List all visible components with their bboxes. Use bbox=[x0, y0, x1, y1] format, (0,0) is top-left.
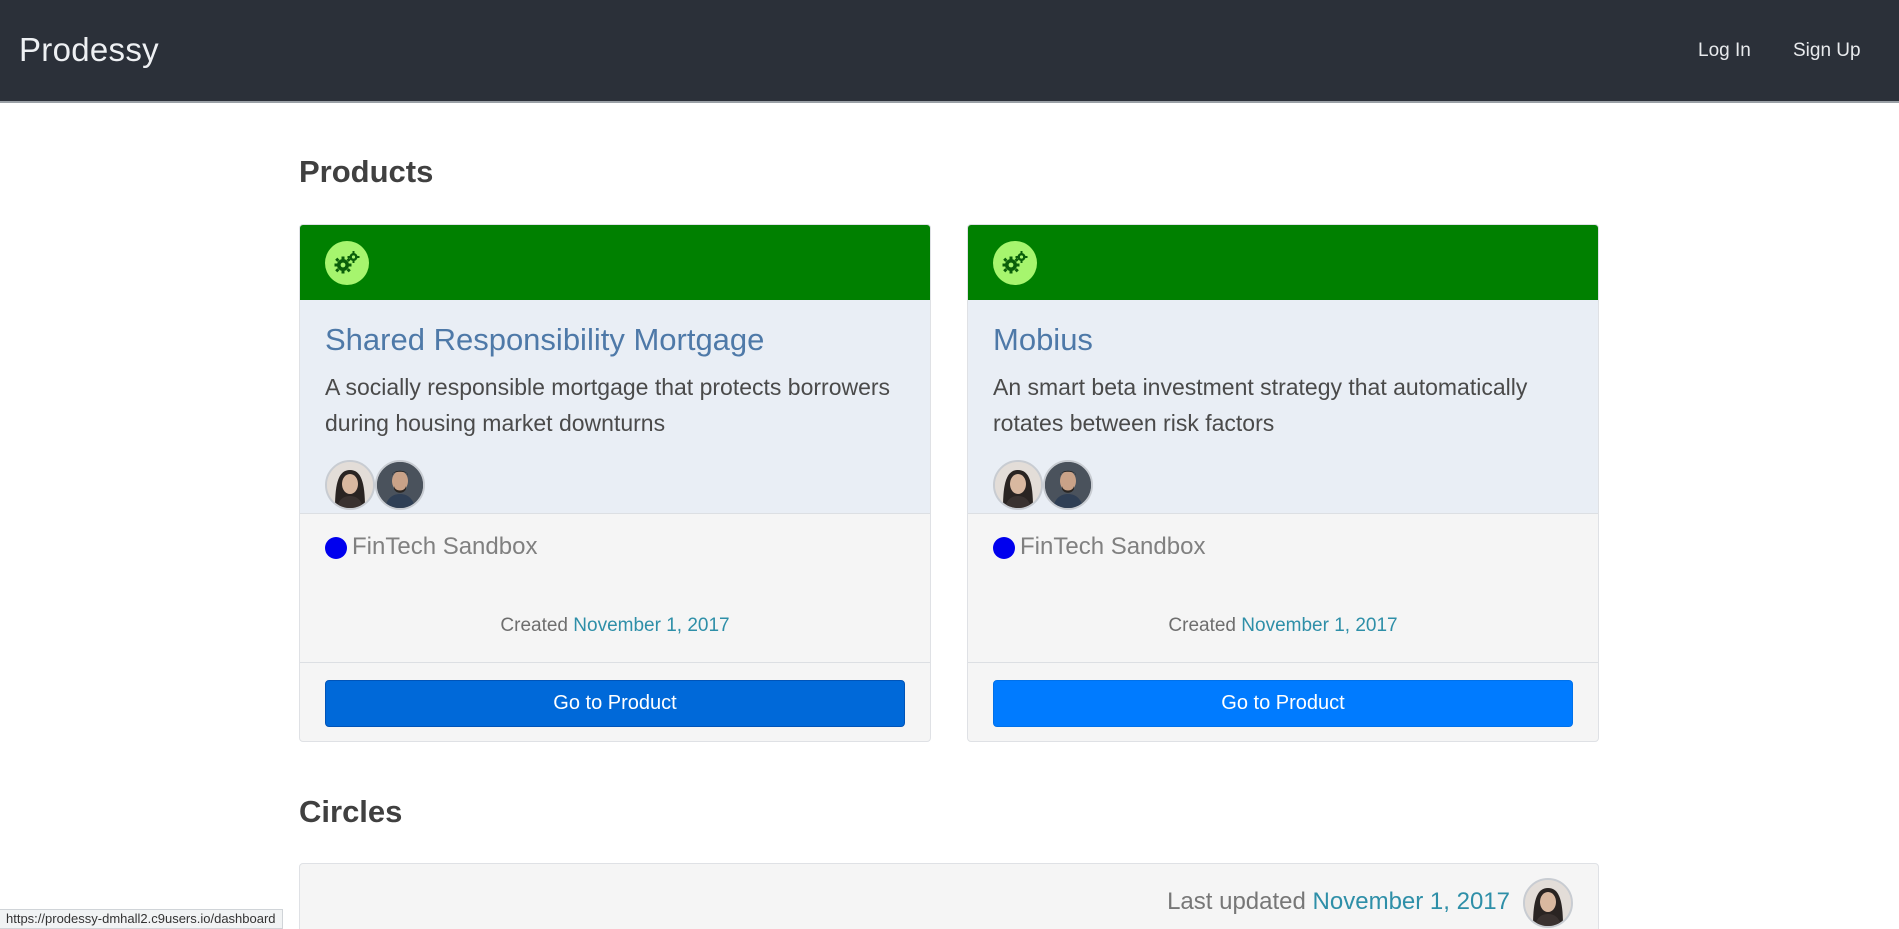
avatar[interactable] bbox=[993, 460, 1043, 510]
team-color-dot bbox=[993, 537, 1015, 559]
created-info: Created November 1, 2017 bbox=[300, 589, 930, 663]
product-title[interactable]: Mobius bbox=[993, 322, 1093, 358]
last-updated-info: Last updated November 1, 2017 bbox=[1167, 888, 1510, 916]
avatar[interactable] bbox=[1523, 878, 1573, 928]
team-color-dot bbox=[325, 537, 347, 559]
product-card: Mobius An smart beta investment strategy… bbox=[967, 224, 1599, 742]
avatar[interactable] bbox=[375, 460, 425, 510]
login-link[interactable]: Log In bbox=[1698, 40, 1751, 62]
go-to-product-button[interactable]: Go to Product bbox=[325, 680, 905, 727]
product-description: An smart beta investment strategy that a… bbox=[993, 374, 1528, 436]
products-heading: Products bbox=[299, 154, 434, 189]
navbar: Prodessy Log In Sign Up bbox=[0, 0, 1899, 103]
go-to-product-button[interactable]: Go to Product bbox=[993, 680, 1573, 727]
created-date[interactable]: November 1, 2017 bbox=[1241, 615, 1397, 636]
product-description: A socially responsible mortgage that pro… bbox=[325, 374, 891, 436]
circles-heading: Circles bbox=[299, 794, 403, 829]
card-header bbox=[300, 225, 930, 300]
browser-status-url: https://prodessy-dmhall2.c9users.io/dash… bbox=[0, 909, 283, 929]
gears-icon bbox=[325, 241, 369, 285]
created-label: Created bbox=[500, 615, 568, 636]
gears-icon bbox=[993, 241, 1037, 285]
created-label: Created bbox=[1168, 615, 1236, 636]
created-info: Created November 1, 2017 bbox=[968, 589, 1598, 663]
team-name: FinTech Sandbox bbox=[352, 533, 538, 560]
avatar[interactable] bbox=[325, 460, 375, 510]
card-header bbox=[968, 225, 1598, 300]
card-body: Shared Responsibility Mortgage A sociall… bbox=[300, 300, 930, 560]
last-updated-label: Last updated bbox=[1167, 888, 1306, 915]
team-name: FinTech Sandbox bbox=[1020, 533, 1206, 560]
card-body: Mobius An smart beta investment strategy… bbox=[968, 300, 1598, 560]
signup-link[interactable]: Sign Up bbox=[1793, 40, 1861, 62]
product-title[interactable]: Shared Responsibility Mortgage bbox=[325, 322, 764, 358]
brand-logo[interactable]: Prodessy bbox=[19, 31, 159, 69]
avatar[interactable] bbox=[1043, 460, 1093, 510]
last-updated-date[interactable]: November 1, 2017 bbox=[1313, 888, 1510, 915]
created-date[interactable]: November 1, 2017 bbox=[573, 615, 729, 636]
product-card: Shared Responsibility Mortgage A sociall… bbox=[299, 224, 931, 742]
circle-card: Last updated November 1, 2017 bbox=[299, 863, 1599, 929]
